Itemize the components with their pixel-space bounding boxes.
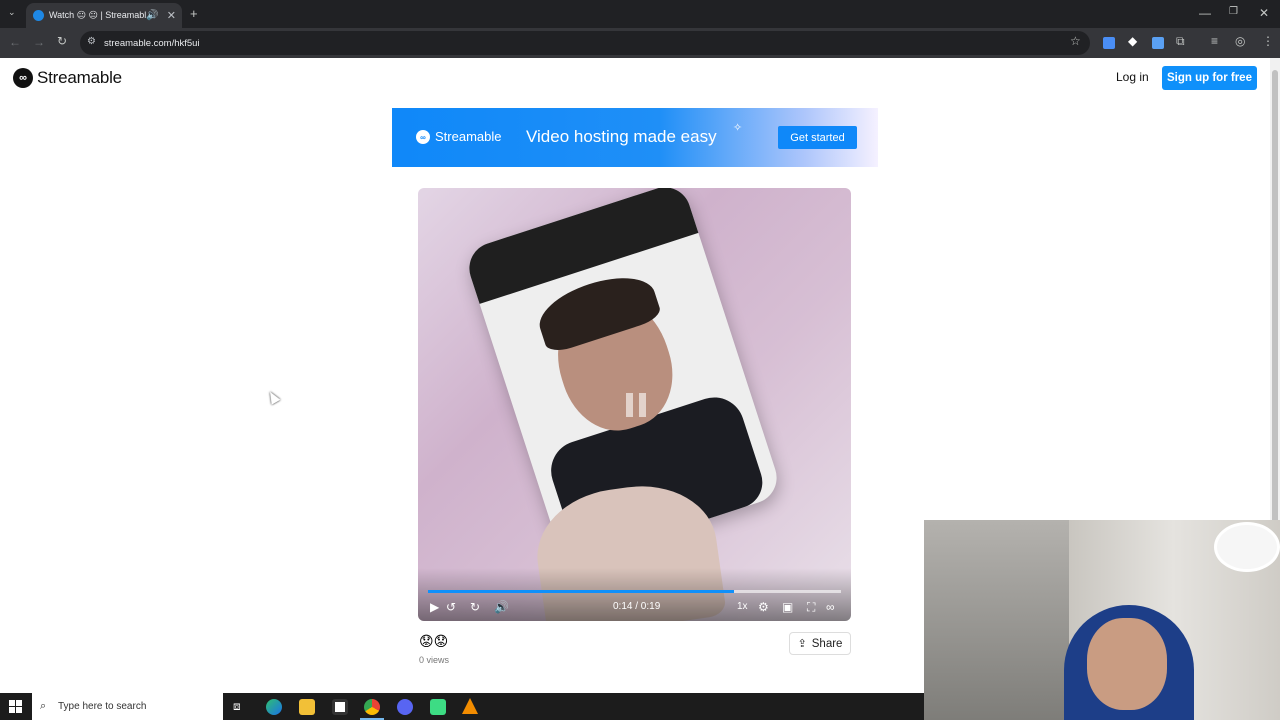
discord-icon[interactable] (397, 699, 413, 715)
media-controls-icon[interactable]: ≡ (1211, 34, 1218, 48)
share-icon: ⇪ (797, 638, 807, 650)
forward-icon[interactable]: → (33, 35, 45, 49)
streamable-favicon-icon (33, 10, 44, 21)
streamable-logo-icon: ∞ (13, 68, 33, 88)
tab-title: Watch 😐 😐 | Streamable (49, 10, 147, 20)
browser-toolbar: ← → ↻ ⚙ streamable.com/hkf5ui ☆ ◆ ⧉ ≡ ◎ … (0, 28, 1280, 58)
browser-tab[interactable]: Watch 😐 😐 | Streamable 🔊 ✕ (26, 3, 182, 28)
tab-close-icon[interactable]: ✕ (167, 9, 176, 22)
minimize-icon[interactable]: — (1199, 6, 1211, 20)
reaction-emojis[interactable]: 😟😟 (419, 633, 448, 650)
extension-image-icon[interactable] (1152, 37, 1164, 49)
streamable-watermark-icon[interactable]: ∞ (826, 600, 835, 614)
site-info-icon[interactable]: ⚙ (87, 36, 96, 47)
edge-icon[interactable] (266, 699, 282, 715)
share-label: Share (811, 637, 843, 650)
promo-banner[interactable]: ∞ Streamable Video hosting made easy ✧ G… (392, 108, 878, 167)
view-count: 0 views (419, 655, 450, 665)
restore-icon[interactable]: ❐ (1229, 6, 1238, 17)
banner-logo-icon: ∞ (416, 130, 430, 144)
extension-diamond-icon[interactable]: ◆ (1128, 34, 1137, 48)
fullscreen-icon[interactable]: ⛶ (807, 600, 815, 614)
chrome-icon[interactable] (364, 699, 380, 715)
profile-icon[interactable]: ◎ (1235, 34, 1245, 48)
signup-button[interactable]: Sign up for free (1162, 66, 1257, 90)
get-started-button[interactable]: Get started (778, 126, 857, 149)
share-button[interactable]: ⇪ Share (789, 632, 851, 655)
address-bar[interactable]: ⚙ streamable.com/hkf5ui (80, 31, 1090, 55)
video-progress-fill (428, 590, 734, 593)
translate-extension-icon[interactable] (1103, 37, 1115, 49)
rewind-icon[interactable]: ↺ (446, 600, 456, 614)
login-link[interactable]: Log in (1116, 70, 1149, 84)
reload-icon[interactable]: ↻ (57, 34, 67, 48)
bookmark-star-icon[interactable]: ☆ (1070, 34, 1081, 48)
android-app-icon[interactable] (430, 699, 446, 715)
playback-speed[interactable]: 1x (737, 601, 748, 612)
microsoft-store-icon[interactable] (332, 699, 348, 715)
browser-tab-bar: ⌄ Watch 😐 😐 | Streamable 🔊 ✕ + — ❐ ✕ (0, 0, 1280, 28)
settings-gear-icon[interactable]: ⚙ (758, 600, 769, 614)
search-icon: ⌕ (40, 700, 47, 712)
logo-text: Streamable (37, 68, 122, 87)
streamable-logo[interactable]: ∞ Streamable (13, 68, 122, 88)
vlc-icon[interactable] (462, 698, 478, 714)
windows-taskbar: ⌕ Type here to search ⧈ (0, 693, 924, 720)
picture-in-picture-icon[interactable]: ▣ (782, 600, 793, 614)
tab-audio-icon[interactable]: 🔊 (146, 10, 158, 21)
back-icon[interactable]: ← (9, 35, 21, 49)
chrome-menu-icon[interactable]: ⋮ (1262, 34, 1274, 48)
pause-overlay-icon[interactable] (626, 393, 646, 417)
video-player[interactable]: ▶ ↺ ↻ 🔊 0:14 / 0:19 1x ⚙ ▣ ⛶ ∞ (418, 188, 851, 621)
banner-tagline: Video hosting made easy (526, 127, 717, 146)
taskbar-search-box[interactable]: ⌕ Type here to search (32, 693, 223, 720)
windows-start-icon[interactable] (9, 700, 22, 713)
file-explorer-icon[interactable] (299, 699, 315, 715)
extensions-puzzle-icon[interactable]: ⧉ (1176, 34, 1185, 49)
ceiling-lamp (1214, 522, 1280, 572)
forward-skip-icon[interactable]: ↻ (470, 600, 480, 614)
volume-icon[interactable]: 🔊 (494, 600, 509, 614)
close-window-icon[interactable]: ✕ (1259, 6, 1269, 20)
sparkle-icon: ✧ (733, 122, 743, 134)
search-placeholder: Type here to search (58, 701, 147, 712)
url-text: streamable.com/hkf5ui (104, 37, 200, 49)
tab-search-icon[interactable]: ⌄ (8, 7, 16, 18)
banner-brand: Streamable (435, 129, 502, 144)
video-progress-bar[interactable] (428, 590, 841, 593)
task-view-icon[interactable]: ⧈ (233, 699, 241, 714)
new-tab-button[interactable]: + (190, 6, 198, 21)
webcam-overlay (924, 520, 1280, 720)
play-icon[interactable]: ▶ (430, 600, 439, 614)
time-display: 0:14 / 0:19 (613, 601, 661, 612)
